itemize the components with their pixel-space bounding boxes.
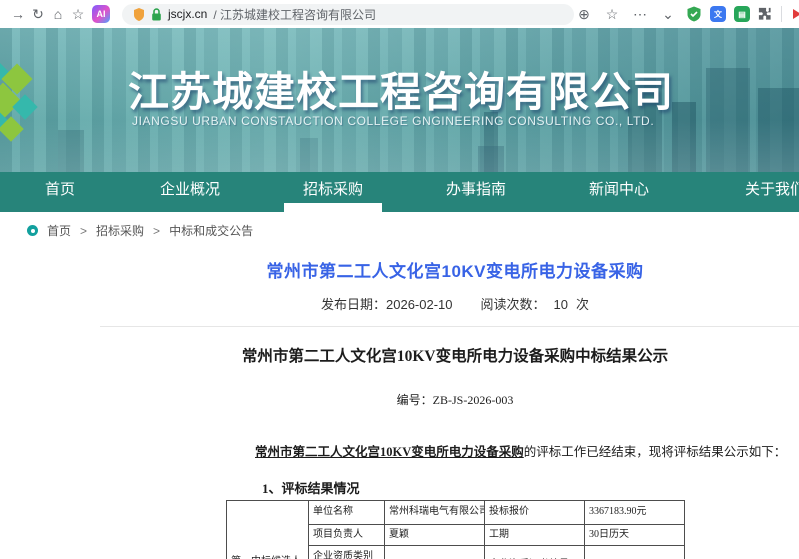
views-count: 10 xyxy=(546,297,576,312)
shield-icon xyxy=(133,8,145,21)
unit-name-label: 单位名称 xyxy=(309,500,385,524)
publish-date-label: 发布日期： xyxy=(321,297,386,312)
url-page-title: / 江苏城建校工程咨询有限公司 xyxy=(213,6,376,23)
nav-item-bidding-procurement[interactable]: 招标采购 xyxy=(260,172,406,212)
section-heading: 1、评标结果情况 xyxy=(262,478,799,497)
bookmark-star-icon[interactable]: ☆ xyxy=(602,0,622,28)
more-menu-icon[interactable]: ⋯ xyxy=(630,0,650,28)
unit-name-value: 常州科瑞电气有限公司 xyxy=(385,500,485,524)
duration-value: 30日历天 xyxy=(585,524,685,545)
title-divider xyxy=(100,326,799,327)
forward-icon[interactable]: → xyxy=(8,0,28,28)
breadcrumb: 首页 > 招标采购 > 中标和成交公告 xyxy=(0,212,799,245)
url-domain: jscjx.cn xyxy=(168,7,207,21)
browser-toolbar: → ↻ ⌂ ☆ AI jscjx.cn / 江苏城建校工程咨询有限公司 ⊕ ☆ … xyxy=(0,0,799,28)
nav-item-company-overview[interactable]: 企业概况 xyxy=(120,172,260,212)
document-title: 常州市第二工人文化宫10KV变电所电力设备采购中标结果公示 xyxy=(80,344,799,366)
views-label: 阅读次数： xyxy=(481,297,546,312)
table-row: 第一中标候选人 单位名称 常州科瑞电气有限公司 投标报价 3367183.90元 xyxy=(227,500,685,524)
views-unit: 次 xyxy=(576,297,589,312)
document-body: 常州市第二工人文化宫10KV变电所电力设备采购中标结果公示 编号：ZB-JS-2… xyxy=(80,344,799,559)
qualification-cert-value: / xyxy=(585,545,685,559)
document-number: 编号：ZB-JS-2026-003 xyxy=(80,391,799,408)
breadcrumb-award-notice[interactable]: 中标和成交公告 xyxy=(169,222,253,239)
location-icon xyxy=(27,225,38,236)
article-meta: 发布日期：2026-02-10 阅读次数：10次 xyxy=(80,294,799,313)
home-icon[interactable]: ⌂ xyxy=(48,0,68,28)
duration-label: 工期 xyxy=(485,524,585,545)
project-manager-label: 项目负责人 xyxy=(309,524,385,545)
toolbar-divider xyxy=(781,6,782,22)
collapse-toolbar-icon[interactable]: ⌄ xyxy=(658,0,678,28)
extensions-puzzle-icon[interactable] xyxy=(758,7,773,22)
site-banner: 江苏城建校工程咨询有限公司 JIANGSU URBAN CONSTAUCTION… xyxy=(0,28,799,172)
reload-icon[interactable]: ↻ xyxy=(28,0,48,28)
breadcrumb-bidding[interactable]: 招标采购 xyxy=(96,222,144,239)
adblock-shield-extension-icon[interactable] xyxy=(686,6,702,22)
ai-assistant-icon[interactable]: AI xyxy=(92,5,110,23)
company-name-cn: 江苏城建校工程咨询有限公司 xyxy=(128,58,674,118)
breadcrumb-separator: > xyxy=(153,224,160,238)
nav-item-home[interactable]: 首页 xyxy=(0,172,120,212)
reader-extension-icon[interactable]: ▤ xyxy=(734,6,750,22)
qualification-cert-label: 企业资质证书编号 xyxy=(485,545,585,559)
qualification-grade-value: / xyxy=(385,545,485,559)
bid-price-label: 投标报价 xyxy=(485,500,585,524)
breadcrumb-separator: > xyxy=(80,224,87,238)
breadcrumb-home[interactable]: 首页 xyxy=(47,222,71,239)
company-name-en: JIANGSU URBAN CONSTAUCTION COLLEGE GNGIN… xyxy=(132,114,654,128)
nav-item-service-guide[interactable]: 办事指南 xyxy=(406,172,546,212)
paragraph-text: 的评标工作已经结束，现将评标结果公示如下： xyxy=(524,445,787,459)
publish-date: 2026-02-10 xyxy=(386,297,453,312)
document-paragraph: 常州市第二工人文化宫10KV变电所电力设备采购的评标工作已经结束，现将评标结果公… xyxy=(80,443,799,462)
bid-result-table: 第一中标候选人 单位名称 常州科瑞电气有限公司 投标报价 3367183.90元… xyxy=(226,500,685,559)
address-bar[interactable]: jscjx.cn / 江苏城建校工程咨询有限公司 xyxy=(122,4,574,25)
document-number-label: 编号： xyxy=(397,393,433,407)
project-manager-value: 夏颖 xyxy=(385,524,485,545)
page-title: 常州市第二工人文化宫10KV变电所电力设备采购 xyxy=(80,257,799,282)
nav-item-news-center[interactable]: 新闻中心 xyxy=(546,172,692,212)
document-number-value: ZB-JS-2026-003 xyxy=(433,393,514,407)
send-to-device-icon[interactable]: ⊕ xyxy=(574,0,594,28)
article: 常州市第二工人文化宫10KV变电所电力设备采购 发布日期：2026-02-10 阅… xyxy=(80,257,799,559)
bid-price-value: 3367183.90元 xyxy=(585,500,685,524)
first-candidate-cell: 第一中标候选人 xyxy=(227,500,309,559)
favorites-bar-icon[interactable]: ☆ xyxy=(68,0,88,28)
company-logo xyxy=(0,56,68,152)
translate-extension-icon[interactable]: 文 xyxy=(710,6,726,22)
edge-corner-extension-icon[interactable] xyxy=(790,7,799,21)
nav-item-about-us[interactable]: 关于我们 xyxy=(692,172,799,212)
project-name-underlined: 常州市第二工人文化宫10KV变电所电力设备采购 xyxy=(255,445,524,459)
main-navigation: 首页 企业概况 招标采购 办事指南 新闻中心 关于我们 xyxy=(0,172,799,212)
qualification-grade-label: 企业资质类别等级 xyxy=(309,545,385,559)
lock-icon xyxy=(151,8,162,21)
